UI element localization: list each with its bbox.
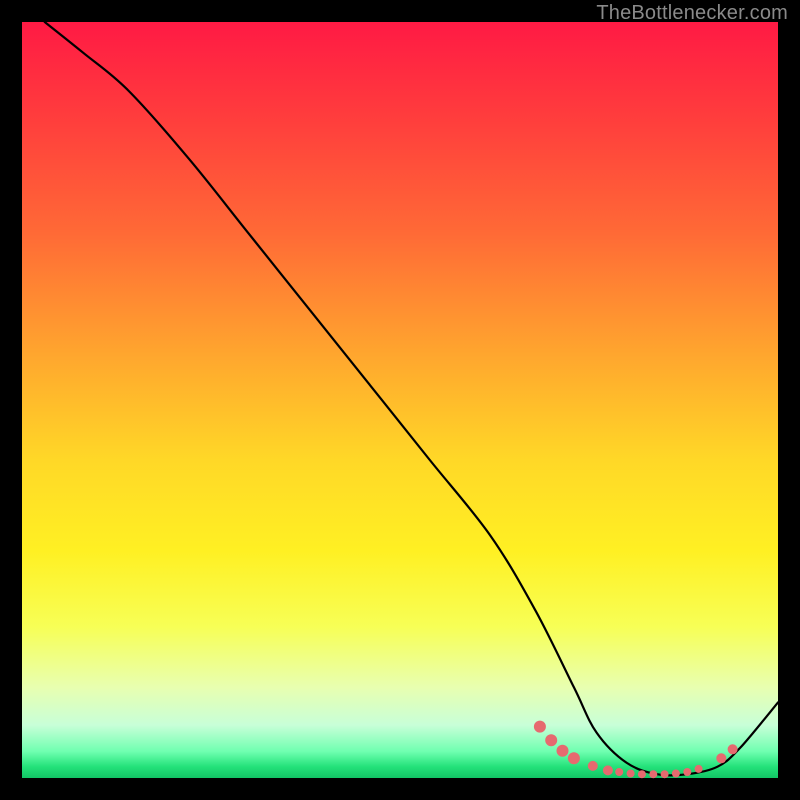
data-marker <box>545 734 557 746</box>
data-marker <box>603 765 613 775</box>
data-marker <box>672 770 680 778</box>
data-marker <box>683 768 691 776</box>
data-marker <box>534 721 546 733</box>
watermark-text: TheBottlenecker.com <box>596 2 788 25</box>
data-marker <box>557 745 569 757</box>
data-marker <box>716 753 726 763</box>
plot-area <box>22 22 778 778</box>
bottleneck-curve <box>45 22 778 775</box>
chart-svg <box>22 22 778 778</box>
data-marker <box>568 752 580 764</box>
data-marker <box>627 770 635 778</box>
data-marker <box>728 744 738 754</box>
data-marker <box>695 765 703 773</box>
data-marker <box>649 770 657 778</box>
chart-stage: TheBottlenecker.com <box>0 0 800 800</box>
data-marker <box>638 770 646 778</box>
data-marker <box>588 761 598 771</box>
data-marker <box>661 770 669 778</box>
data-marker <box>615 768 623 776</box>
